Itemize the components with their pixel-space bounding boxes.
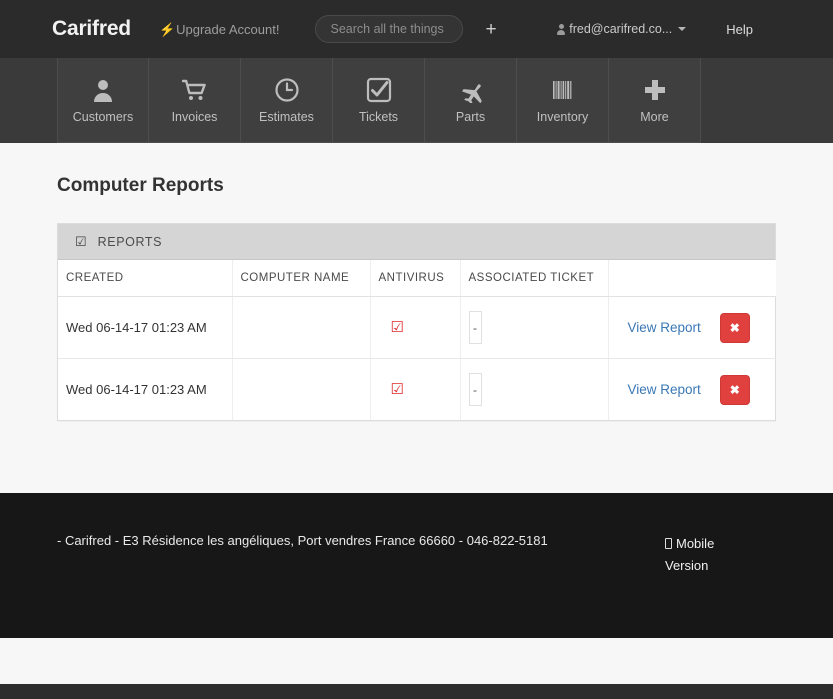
nav-label: Tickets xyxy=(358,109,399,124)
topbar-right-group: fred@carifred.co... Help xyxy=(557,22,753,37)
airplane-icon xyxy=(458,77,484,103)
antivirus-checked-icon: ☑ xyxy=(390,319,404,336)
upgrade-account-link[interactable]: ⚡ Upgrade Account! xyxy=(159,22,280,37)
top-navigation-bar: Carifred ⚡ Upgrade Account! + fred@carif… xyxy=(0,0,833,58)
cell-computer-name xyxy=(232,358,371,420)
user-account-menu[interactable]: fred@carifred.co... xyxy=(557,22,687,36)
nav-item-parts[interactable]: Parts xyxy=(425,58,517,143)
user-email-label: fred@carifred.co... xyxy=(569,22,673,36)
view-report-link[interactable]: View Report xyxy=(628,320,701,335)
column-header-actions xyxy=(608,260,776,297)
upgrade-account-label: Upgrade Account! xyxy=(176,21,280,37)
reports-panel-title: REPORTS xyxy=(97,234,163,249)
page-title: Computer Reports xyxy=(57,175,224,196)
associated-ticket-value: - xyxy=(468,373,482,406)
clock-icon xyxy=(274,77,300,103)
nav-item-tickets[interactable]: Tickets xyxy=(333,58,425,143)
column-header-created[interactable]: CREATED xyxy=(58,260,233,297)
cell-associated-ticket: - xyxy=(460,296,609,359)
column-header-associated-ticket[interactable]: ASSOCIATED TICKET xyxy=(460,260,609,297)
quick-add-button[interactable]: + xyxy=(485,20,496,39)
table-header-row: CREATED COMPUTER NAME ANTIVIRUS ASSOCIAT… xyxy=(58,260,776,297)
antivirus-checked-icon: ☑ xyxy=(390,381,404,398)
hud-left-links: RepairShopr HUD Computer Reports xyxy=(16,684,301,699)
mobile-phone-icon xyxy=(665,538,672,549)
person-icon xyxy=(557,23,566,35)
help-link[interactable]: Help xyxy=(726,22,753,37)
brand-logo[interactable]: Carifred xyxy=(52,17,131,41)
cell-actions: View Report ✖ xyxy=(608,359,776,421)
page-footer: - Carifred - E3 Résidence les angéliques… xyxy=(0,493,833,638)
main-content-area: Computer Reports ☑ REPORTS CREATED COMPU… xyxy=(0,143,833,493)
table-row: Wed 06-14-17 01:23 AM ☑ - View Report ✖ xyxy=(58,296,776,359)
hud-bar: RepairShopr HUD Computer Reports 0 Notif… xyxy=(0,684,833,699)
column-header-antivirus[interactable]: ANTIVIRUS xyxy=(370,260,461,297)
nav-item-customers[interactable]: Customers xyxy=(57,58,149,143)
cell-created: Wed 06-14-17 01:23 AM xyxy=(58,296,233,359)
reports-table: CREATED COMPUTER NAME ANTIVIRUS ASSOCIAT… xyxy=(58,260,776,420)
nav-item-more[interactable]: More xyxy=(609,58,701,143)
nav-label: Invoices xyxy=(171,109,218,124)
delete-report-button[interactable]: ✖ xyxy=(719,374,750,405)
column-header-computer-name[interactable]: COMPUTER NAME xyxy=(232,260,371,297)
user-icon xyxy=(90,77,116,103)
cell-actions: View Report ✖ xyxy=(608,296,776,359)
nav-label: More xyxy=(640,109,669,124)
nav-item-inventory[interactable]: Inventory xyxy=(517,58,609,143)
nav-item-estimates[interactable]: Estimates xyxy=(241,58,333,143)
nav-label: Estimates xyxy=(259,109,314,124)
mobile-version-label: Mobile Version xyxy=(665,536,715,573)
chevron-down-icon xyxy=(678,27,687,31)
footer-gap xyxy=(0,638,833,684)
delete-report-button[interactable]: ✖ xyxy=(719,312,750,343)
footer-address: - Carifred - E3 Résidence les angéliques… xyxy=(57,533,548,548)
barcode-icon xyxy=(550,77,576,103)
view-report-link[interactable]: View Report xyxy=(628,382,701,397)
cell-antivirus: ☑ xyxy=(370,296,461,359)
reports-panel-header: ☑ REPORTS xyxy=(58,224,775,260)
cell-computer-name xyxy=(232,296,371,359)
plus-icon xyxy=(642,77,668,103)
table-row: Wed 06-14-17 01:23 AM ☑ - View Report ✖ xyxy=(58,358,776,421)
reports-panel: ☑ REPORTS CREATED COMPUTER NAME ANTIVIRU… xyxy=(57,223,776,421)
shopping-cart-icon xyxy=(181,77,208,103)
search-input[interactable] xyxy=(315,15,464,43)
cell-antivirus: ☑ xyxy=(370,358,461,420)
nav-label: Parts xyxy=(455,109,486,124)
associated-ticket-value: - xyxy=(468,311,482,344)
module-navigation-bar: Customers Invoices Estimates Tickets Par… xyxy=(0,58,833,143)
lightning-bolt-icon: ⚡ xyxy=(158,21,176,37)
cell-created: Wed 06-14-17 01:23 AM xyxy=(58,358,233,420)
nav-item-invoices[interactable]: Invoices xyxy=(149,58,241,143)
mobile-version-link[interactable]: Mobile Version xyxy=(665,533,733,577)
check-square-icon xyxy=(366,77,392,103)
nav-label: Customers xyxy=(72,109,134,124)
checked-box-icon: ☑ xyxy=(75,234,87,249)
nav-label: Inventory xyxy=(536,109,589,124)
cell-associated-ticket: - xyxy=(460,358,609,420)
